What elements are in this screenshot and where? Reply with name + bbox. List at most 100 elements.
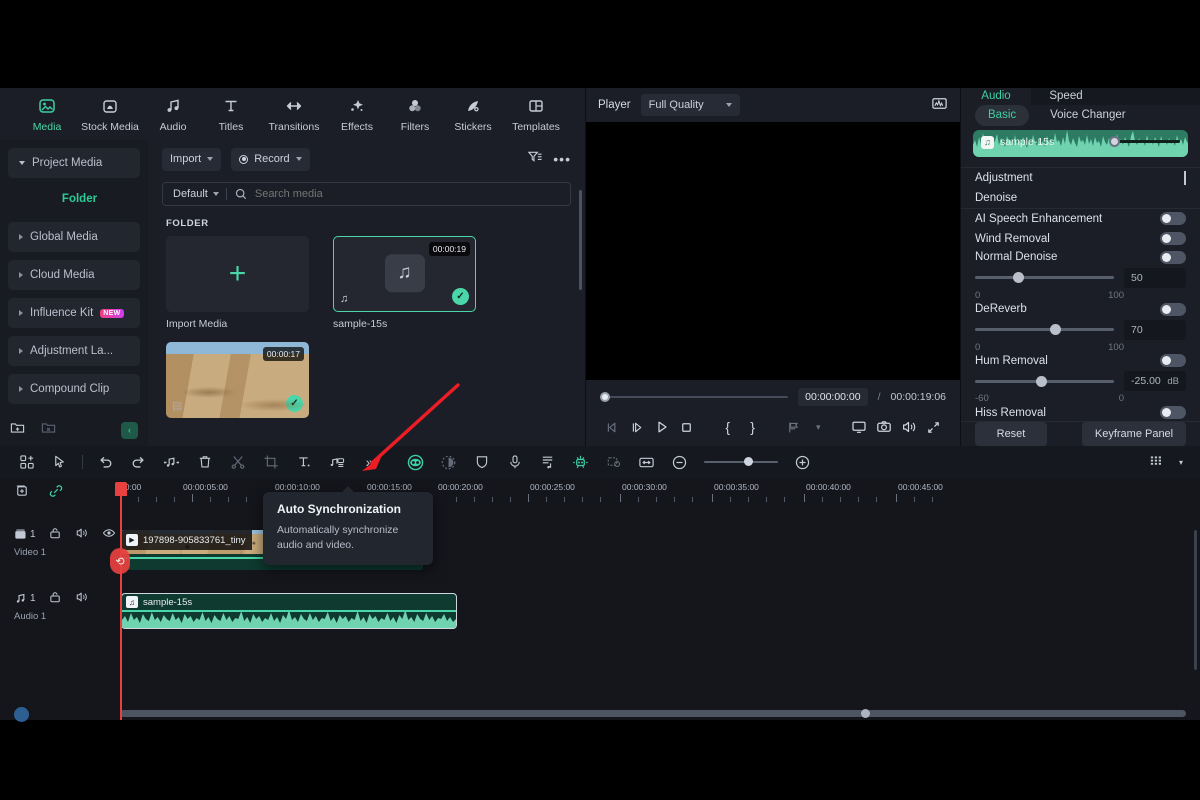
mute-track-icon[interactable]	[75, 526, 89, 543]
audio-split-button[interactable]	[155, 447, 188, 477]
quality-dropdown[interactable]: Full Quality	[640, 94, 740, 116]
track-height-button[interactable]	[1139, 447, 1172, 477]
seek-slider[interactable]	[600, 392, 789, 402]
link-icon[interactable]	[48, 483, 64, 504]
media-item-video[interactable]: 00:00:17 ▤ ✓	[166, 342, 309, 418]
nav-tab-titles[interactable]: Titles	[202, 95, 260, 133]
zoom-in-button[interactable]	[786, 447, 819, 477]
crop-button[interactable]	[254, 447, 287, 477]
volume-button[interactable]	[896, 414, 921, 440]
mark-out-button[interactable]: }	[740, 414, 765, 440]
playhead-marker-badge[interactable]: ⟲	[110, 548, 130, 574]
normal-denoise-value[interactable]: 50	[1124, 267, 1186, 288]
sidebar-item-influence-kit[interactable]: Influence Kit NEW	[8, 298, 140, 328]
more-tools-button[interactable]: »	[353, 447, 386, 477]
nav-tab-effects[interactable]: Effects	[328, 95, 386, 133]
sidebar-item-global-media[interactable]: Global Media	[8, 222, 140, 252]
timeline-bottom-circle-icon[interactable]	[14, 707, 29, 722]
sidebar-item-compound-clip[interactable]: Compound Clip	[8, 374, 140, 404]
sort-dropdown[interactable]: Default	[163, 188, 226, 200]
reset-button[interactable]: Reset	[975, 422, 1047, 446]
dereverb-slider[interactable]	[975, 324, 1114, 335]
import-media-tile[interactable]: +	[166, 236, 309, 312]
hide-track-icon[interactable]	[102, 526, 116, 543]
media-item-audio[interactable]: ♫ 00:00:19 ♫ ✓ sample-15s	[333, 236, 476, 330]
nav-tab-media[interactable]: Media	[18, 95, 76, 133]
color-match-button[interactable]	[432, 447, 465, 477]
auto-sync-button[interactable]	[320, 447, 353, 477]
play-button[interactable]	[650, 414, 675, 440]
tab-audio[interactable]: Audio	[961, 88, 1031, 105]
subtab-basic[interactable]: Basic	[975, 104, 1030, 126]
ai-tools-button[interactable]	[564, 447, 597, 477]
mask-button[interactable]	[465, 447, 498, 477]
normal-denoise-slider[interactable]	[975, 272, 1114, 284]
stop-button[interactable]	[674, 414, 699, 440]
audio-clip[interactable]: ♫ sample-15s	[121, 593, 457, 629]
display-button[interactable]	[847, 414, 872, 440]
delete-button[interactable]	[188, 447, 221, 477]
waveform-scope-icon[interactable]	[931, 95, 948, 115]
ai-speech-enhancement-toggle[interactable]	[1160, 212, 1186, 226]
undo-button[interactable]	[89, 447, 122, 477]
sidebar-item-folder[interactable]: Folder	[8, 186, 140, 212]
timeline-horizontal-scrollbar[interactable]	[120, 709, 1186, 718]
sidebar-item-adjustment-layer[interactable]: Adjustment La...	[8, 336, 140, 366]
search-bar[interactable]: Default	[162, 182, 571, 206]
timeline-vertical-scrollbar[interactable]	[1194, 530, 1197, 670]
browser-scrollbar[interactable]	[579, 190, 582, 290]
split-button[interactable]	[221, 447, 254, 477]
zoom-slider[interactable]	[704, 457, 778, 466]
tab-speed[interactable]: Speed	[1031, 88, 1101, 105]
import-button[interactable]: Import	[162, 147, 222, 171]
voiceover-button[interactable]	[498, 447, 531, 477]
record-button[interactable]: Record	[231, 147, 310, 171]
markers-button[interactable]	[781, 414, 806, 440]
sidebar-item-project-media[interactable]: Project Media	[8, 148, 140, 178]
text-button[interactable]	[287, 447, 320, 477]
mute-track-icon[interactable]	[75, 590, 89, 607]
snapshot-button[interactable]	[871, 414, 896, 440]
marker-button[interactable]	[597, 447, 630, 477]
fit-button[interactable]	[630, 447, 663, 477]
subtitle-button[interactable]	[531, 447, 564, 477]
mark-in-button[interactable]: {	[715, 414, 740, 440]
sidebar-item-cloud-media[interactable]: Cloud Media	[8, 260, 140, 290]
audio-clip-card[interactable]: ♫ sample-15s	[973, 129, 1188, 157]
select-tool-button[interactable]	[43, 447, 76, 477]
hum-removal-slider[interactable]	[975, 375, 1114, 387]
wind-removal-toggle[interactable]	[1160, 232, 1186, 246]
lock-track-icon[interactable]	[49, 527, 62, 543]
video-preview-canvas[interactable]	[586, 122, 960, 380]
nav-tab-filters[interactable]: Filters	[386, 95, 444, 133]
templates-button[interactable]	[10, 447, 43, 477]
hum-removal-toggle[interactable]	[1160, 354, 1186, 368]
nav-tab-stock-media[interactable]: Stock Media	[76, 95, 144, 133]
more-options-icon[interactable]: •••	[553, 151, 571, 167]
collapse-chevron-icon[interactable]: ‹	[121, 421, 138, 439]
keyframe-panel-button[interactable]: Keyframe Panel	[1082, 422, 1186, 446]
dereverb-value[interactable]: 70	[1124, 319, 1186, 340]
track-height-caret[interactable]: ▾	[1172, 447, 1190, 477]
search-input[interactable]	[254, 188, 570, 200]
section-adjustment[interactable]: Adjustment	[961, 168, 1200, 188]
redo-button[interactable]	[122, 447, 155, 477]
next-frame-button[interactable]	[625, 414, 650, 440]
clip-volume-slider[interactable]	[1109, 135, 1180, 147]
hiss-removal-toggle[interactable]	[1160, 406, 1186, 420]
zoom-out-button[interactable]	[663, 447, 696, 477]
nav-tab-stickers[interactable]: Stickers	[444, 95, 502, 133]
delete-folder-icon[interactable]	[41, 420, 56, 440]
fullscreen-button[interactable]	[921, 414, 946, 440]
media-thumbnail[interactable]: ♫ 00:00:19 ♫ ✓	[333, 236, 476, 312]
markers-dropdown[interactable]: ▾	[806, 414, 831, 440]
normal-denoise-toggle[interactable]	[1160, 250, 1186, 264]
nav-tab-audio[interactable]: Audio	[144, 95, 202, 133]
playhead-handle[interactable]	[115, 482, 127, 496]
prev-frame-button[interactable]	[600, 414, 625, 440]
playhead[interactable]: ⟲	[110, 482, 130, 720]
subtab-voice-changer[interactable]: Voice Changer	[1037, 105, 1138, 126]
hum-removal-value[interactable]: -25.00 dB	[1124, 371, 1186, 392]
green-screen-button[interactable]	[399, 447, 432, 477]
filter-icon[interactable]	[527, 149, 543, 170]
